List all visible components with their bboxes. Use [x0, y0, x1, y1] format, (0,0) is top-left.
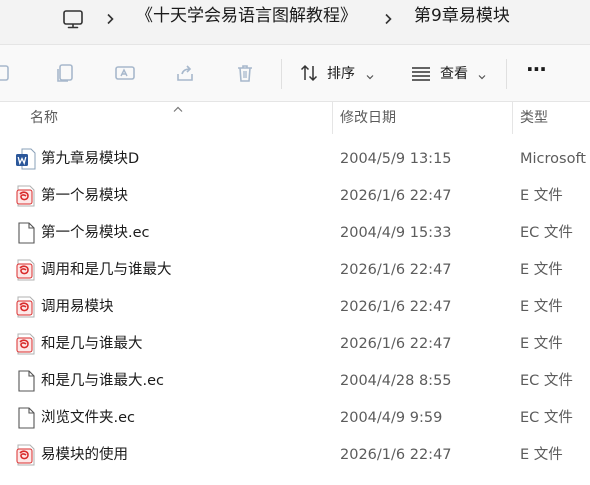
file-type: E 文件	[520, 188, 563, 204]
file-date: 2004/4/28 8:55	[340, 373, 452, 389]
toolbar-divider	[506, 59, 507, 89]
e-file-icon	[16, 296, 36, 318]
file-date: 2026/1/6 22:47	[340, 447, 452, 463]
e-file-icon	[16, 185, 36, 207]
file-date: 2004/4/9 15:33	[340, 225, 452, 241]
chevron-right-icon[interactable]	[103, 6, 117, 32]
cut-icon[interactable]	[0, 60, 18, 86]
blank-file-icon	[16, 222, 36, 244]
file-type: E 文件	[520, 299, 563, 315]
sort-ascending-icon	[172, 98, 184, 112]
file-name: 和是几与谁最大.ec	[41, 373, 165, 389]
file-row[interactable]: 调用易模块 2026/1/6 22:47 E 文件	[0, 288, 590, 325]
word-doc-icon	[16, 148, 36, 170]
file-row[interactable]: 易模块的使用 2026/1/6 22:47 E 文件	[0, 436, 590, 473]
file-name: 调用和是几与谁最大	[41, 262, 172, 278]
file-name: 和是几与谁最大	[41, 336, 143, 352]
column-header-row: 名称 修改日期 类型	[0, 102, 590, 134]
column-divider[interactable]	[512, 102, 513, 134]
file-date: 2026/1/6 22:47	[340, 336, 452, 352]
file-date: 2026/1/6 22:47	[340, 188, 452, 204]
share-icon[interactable]	[172, 60, 198, 86]
delete-icon[interactable]	[232, 60, 258, 86]
view-button[interactable]: 查看	[440, 64, 468, 84]
file-type: E 文件	[520, 262, 563, 278]
column-divider[interactable]	[332, 102, 333, 134]
file-list: 第九章易模块D 2004/5/9 13:15 Microsoft 第一个易模块 …	[0, 140, 590, 473]
column-header-name[interactable]: 名称	[30, 109, 58, 127]
file-name: 第一个易模块.ec	[41, 225, 150, 241]
blank-file-icon	[16, 407, 36, 429]
file-name: 易模块的使用	[41, 447, 128, 463]
copy-icon[interactable]	[52, 60, 78, 86]
file-row[interactable]: 第九章易模块D 2004/5/9 13:15 Microsoft	[0, 140, 590, 177]
e-file-icon	[16, 444, 36, 466]
file-type: E 文件	[520, 447, 563, 463]
chevron-right-icon[interactable]	[381, 6, 395, 32]
chevron-down-icon[interactable]	[365, 67, 375, 80]
file-date: 2026/1/6 22:47	[340, 262, 452, 278]
command-bar: 排序 查看 ···	[0, 45, 590, 102]
file-date: 2004/5/9 13:15	[340, 151, 452, 167]
sort-button[interactable]: 排序	[327, 64, 355, 84]
chevron-down-icon[interactable]	[477, 67, 487, 80]
file-name: 第九章易模块D	[41, 151, 140, 167]
column-header-date[interactable]: 修改日期	[340, 109, 396, 127]
file-name: 调用易模块	[41, 299, 114, 315]
file-type: EC 文件	[520, 373, 573, 389]
file-type: EC 文件	[520, 225, 573, 241]
view-icon[interactable]	[408, 60, 434, 86]
computer-icon[interactable]	[60, 6, 86, 32]
sort-icon[interactable]	[296, 60, 322, 86]
file-row[interactable]: 第一个易模块.ec 2004/4/9 15:33 EC 文件	[0, 214, 590, 251]
e-file-icon	[16, 333, 36, 355]
file-type: EC 文件	[520, 410, 573, 426]
breadcrumb-item[interactable]: 《十天学会易语言图解教程》	[136, 4, 357, 28]
file-type: Microsoft	[520, 151, 586, 167]
more-options-button[interactable]: ···	[526, 59, 547, 79]
file-row[interactable]: 和是几与谁最大.ec 2004/4/28 8:55 EC 文件	[0, 362, 590, 399]
rename-icon[interactable]	[112, 60, 138, 86]
file-name: 浏览文件夹.ec	[41, 410, 136, 426]
address-bar[interactable]: 《十天学会易语言图解教程》 第9章易模块	[0, 0, 590, 45]
file-row[interactable]: 和是几与谁最大 2026/1/6 22:47 E 文件	[0, 325, 590, 362]
file-row[interactable]: 调用和是几与谁最大 2026/1/6 22:47 E 文件	[0, 251, 590, 288]
file-row[interactable]: 浏览文件夹.ec 2004/4/9 9:59 EC 文件	[0, 399, 590, 436]
breadcrumb-item[interactable]: 第9章易模块	[414, 4, 510, 28]
column-header-type[interactable]: 类型	[520, 109, 548, 127]
file-name: 第一个易模块	[41, 188, 128, 204]
blank-file-icon	[16, 370, 36, 392]
file-type: E 文件	[520, 336, 563, 352]
file-date: 2004/4/9 9:59	[340, 410, 443, 426]
toolbar-divider	[281, 59, 282, 89]
e-file-icon	[16, 259, 36, 281]
file-date: 2026/1/6 22:47	[340, 299, 452, 315]
file-row[interactable]: 第一个易模块 2026/1/6 22:47 E 文件	[0, 177, 590, 214]
